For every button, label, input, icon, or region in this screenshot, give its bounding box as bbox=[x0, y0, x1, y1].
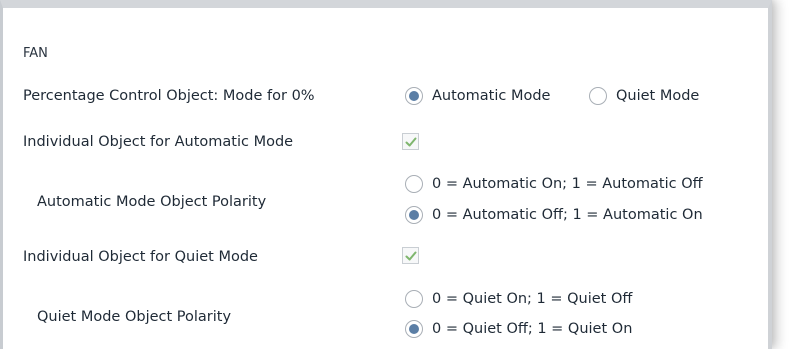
quiet-individual-checkbox[interactable] bbox=[402, 247, 419, 264]
section-title: FAN bbox=[23, 46, 48, 61]
radio-button[interactable] bbox=[405, 175, 423, 193]
automatic-individual-checkbox[interactable] bbox=[402, 133, 419, 150]
radio-button-selected[interactable] bbox=[405, 87, 423, 105]
automatic-polarity-label: Automatic Mode Object Polarity bbox=[37, 194, 267, 210]
radio-automatic-mode-label: Automatic Mode bbox=[432, 88, 551, 104]
fan-settings-panel: FAN Percentage Control Object: Mode for … bbox=[0, 0, 772, 349]
radio-quiet-polarity-1[interactable]: 0 = Quiet On; 1 = Quiet Off bbox=[405, 290, 632, 308]
radio-automatic-polarity-2[interactable]: 0 = Automatic Off; 1 = Automatic On bbox=[405, 206, 703, 224]
automatic-polarity-option-1-label: 0 = Automatic On; 1 = Automatic Off bbox=[432, 176, 703, 192]
radio-quiet-polarity-2[interactable]: 0 = Quiet Off; 1 = Quiet On bbox=[405, 320, 632, 338]
radio-quiet-mode-label: Quiet Mode bbox=[616, 88, 700, 104]
quiet-individual-label: Individual Object for Quiet Mode bbox=[23, 249, 258, 265]
check-icon bbox=[405, 251, 417, 261]
radio-automatic-mode[interactable]: Automatic Mode bbox=[405, 87, 550, 105]
automatic-individual-label: Individual Object for Automatic Mode bbox=[23, 134, 294, 150]
radio-button-selected[interactable] bbox=[405, 320, 423, 338]
automatic-polarity-option-2-label: 0 = Automatic Off; 1 = Automatic On bbox=[432, 207, 703, 223]
quiet-polarity-option-1-label: 0 = Quiet On; 1 = Quiet Off bbox=[432, 291, 633, 307]
quiet-polarity-option-2-label: 0 = Quiet Off; 1 = Quiet On bbox=[432, 321, 633, 337]
check-icon bbox=[405, 137, 417, 147]
radio-automatic-polarity-1[interactable]: 0 = Automatic On; 1 = Automatic Off bbox=[405, 175, 703, 193]
radio-button-selected[interactable] bbox=[405, 206, 423, 224]
radio-quiet-mode[interactable]: Quiet Mode bbox=[589, 87, 699, 105]
radio-button[interactable] bbox=[405, 290, 423, 308]
radio-button[interactable] bbox=[589, 87, 607, 105]
percentage-control-label: Percentage Control Object: Mode for 0% bbox=[23, 88, 315, 104]
quiet-polarity-label: Quiet Mode Object Polarity bbox=[37, 309, 232, 325]
